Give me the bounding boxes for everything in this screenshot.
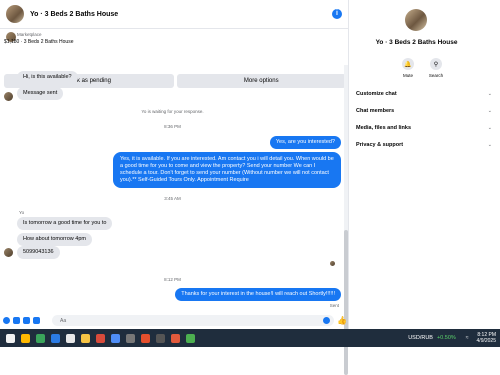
taskbar: USD/RUB +0.50% ≈ 8:12 PM 4/9/2025: [0, 329, 500, 347]
chat-members-item[interactable]: Chat members ⌄: [356, 108, 492, 114]
message-input[interactable]: Aa: [52, 315, 334, 326]
sent-status: Sent: [329, 303, 339, 308]
waiting-notice: Yo is waiting for your response.: [141, 109, 204, 114]
message-incoming: Hi, is this available?: [17, 71, 78, 84]
input-placeholder: Aa: [60, 318, 67, 324]
search-button[interactable]: ⚲ Search: [424, 58, 448, 78]
file-explorer-icon[interactable]: [21, 333, 30, 343]
media-files-item[interactable]: Media, files and links ⌄: [356, 125, 492, 131]
message-incoming: Message sent: [17, 87, 64, 100]
scrollbar[interactable]: [344, 65, 348, 375]
clock[interactable]: 8:12 PM 4/9/2025: [477, 332, 496, 344]
sticker-icon[interactable]: [23, 317, 30, 324]
clock-date: 4/9/2025: [476, 338, 496, 344]
mute-button[interactable]: 🔔 Mute: [396, 58, 420, 78]
app-icon[interactable]: [156, 333, 165, 343]
chat-pane: Yo · 3 Beds 2 Baths House i Marketplace …: [0, 0, 349, 375]
details-panel: Yo · 3 Beds 2 Baths House 🔔 Mute ⚲ Searc…: [350, 0, 500, 329]
timestamp: 8:36 PM: [164, 124, 181, 129]
app-icon[interactable]: [36, 333, 45, 343]
info-icon[interactable]: i: [332, 9, 342, 19]
listing-subtitle: Marketplace: [17, 32, 42, 37]
like-icon[interactable]: 👍: [337, 316, 347, 325]
message-list: Hi, is this available? Message sent Yo i…: [0, 65, 345, 312]
search-icon: ⚲: [430, 58, 442, 70]
emoji-icon[interactable]: [323, 317, 330, 324]
message-incoming: 5099043136: [17, 246, 60, 259]
app-icon[interactable]: [171, 333, 180, 343]
media-files-label: Media, files and links: [356, 125, 412, 131]
timestamp: 8:12 PM: [164, 277, 181, 282]
message-incoming: Is tomorrow a good time for you to: [17, 217, 113, 230]
listing-banner: Marketplace $1,180 · 3 Beds 2 Baths Hous…: [0, 29, 349, 88]
chat-title[interactable]: Yo · 3 Beds 2 Baths House: [30, 11, 118, 18]
messenger-app: Yo · 3 Beds 2 Baths House i Marketplace …: [0, 0, 500, 375]
browser-icon[interactable]: [96, 333, 105, 343]
app-icon[interactable]: [186, 333, 195, 343]
app-icon[interactable]: [66, 333, 75, 343]
listing-price[interactable]: $1,180 · 3 Beds 2 Baths House: [4, 39, 74, 45]
scrollbar-thumb[interactable]: [344, 230, 348, 375]
timestamp: 3:45 AM: [164, 196, 181, 201]
bell-icon: 🔔: [402, 58, 414, 70]
customize-chat-label: Customize chat: [356, 91, 397, 97]
chat-members-label: Chat members: [356, 108, 395, 114]
composer: Aa 👍: [0, 312, 349, 329]
avatar[interactable]: [6, 5, 24, 23]
sender-avatar[interactable]: [4, 92, 13, 101]
app-icon[interactable]: [81, 333, 90, 343]
chevron-down-icon: ⌄: [487, 108, 492, 114]
ticker-change: +0.50%: [436, 335, 456, 341]
customize-chat-item[interactable]: Customize chat ⌄: [356, 91, 492, 97]
sender-name: Yo: [19, 210, 25, 215]
chat-header: Yo · 3 Beds 2 Baths House i: [0, 0, 349, 29]
message-outgoing: Yes, it is available. If you are interes…: [113, 152, 341, 188]
message-outgoing: Yes, are you interested?: [269, 136, 341, 149]
app-icon[interactable]: [126, 333, 135, 343]
ticker-label[interactable]: USD/RUB: [408, 335, 433, 341]
message-incoming: How about tomorrow 4pm: [17, 233, 92, 246]
privacy-support-label: Privacy & support: [356, 142, 404, 148]
panel-title: Yo · 3 Beds 2 Baths House: [375, 39, 458, 46]
privacy-support-item[interactable]: Privacy & support ⌄: [356, 142, 492, 148]
chevron-down-icon: ⌄: [487, 125, 492, 131]
avatar[interactable]: [405, 9, 427, 31]
seen-avatar: [330, 261, 335, 266]
search-label: Search: [428, 73, 444, 78]
browser-icon[interactable]: [111, 333, 120, 343]
image-icon[interactable]: [13, 317, 20, 324]
browser-icon[interactable]: [141, 333, 150, 343]
plus-icon[interactable]: [3, 317, 10, 324]
chevron-down-icon: ⌄: [487, 91, 492, 97]
search-icon[interactable]: [6, 333, 15, 343]
app-icon[interactable]: [51, 333, 60, 343]
sender-avatar[interactable]: [4, 248, 13, 257]
system-tray: USD/RUB +0.50% ≈ 8:12 PM 4/9/2025: [408, 331, 496, 345]
mute-label: Mute: [402, 73, 413, 78]
message-outgoing: Thanks for your interest in the house!I …: [175, 288, 341, 301]
wifi-icon[interactable]: ≈: [466, 335, 469, 341]
gif-icon[interactable]: [33, 317, 40, 324]
chevron-down-icon: ⌄: [487, 142, 492, 148]
